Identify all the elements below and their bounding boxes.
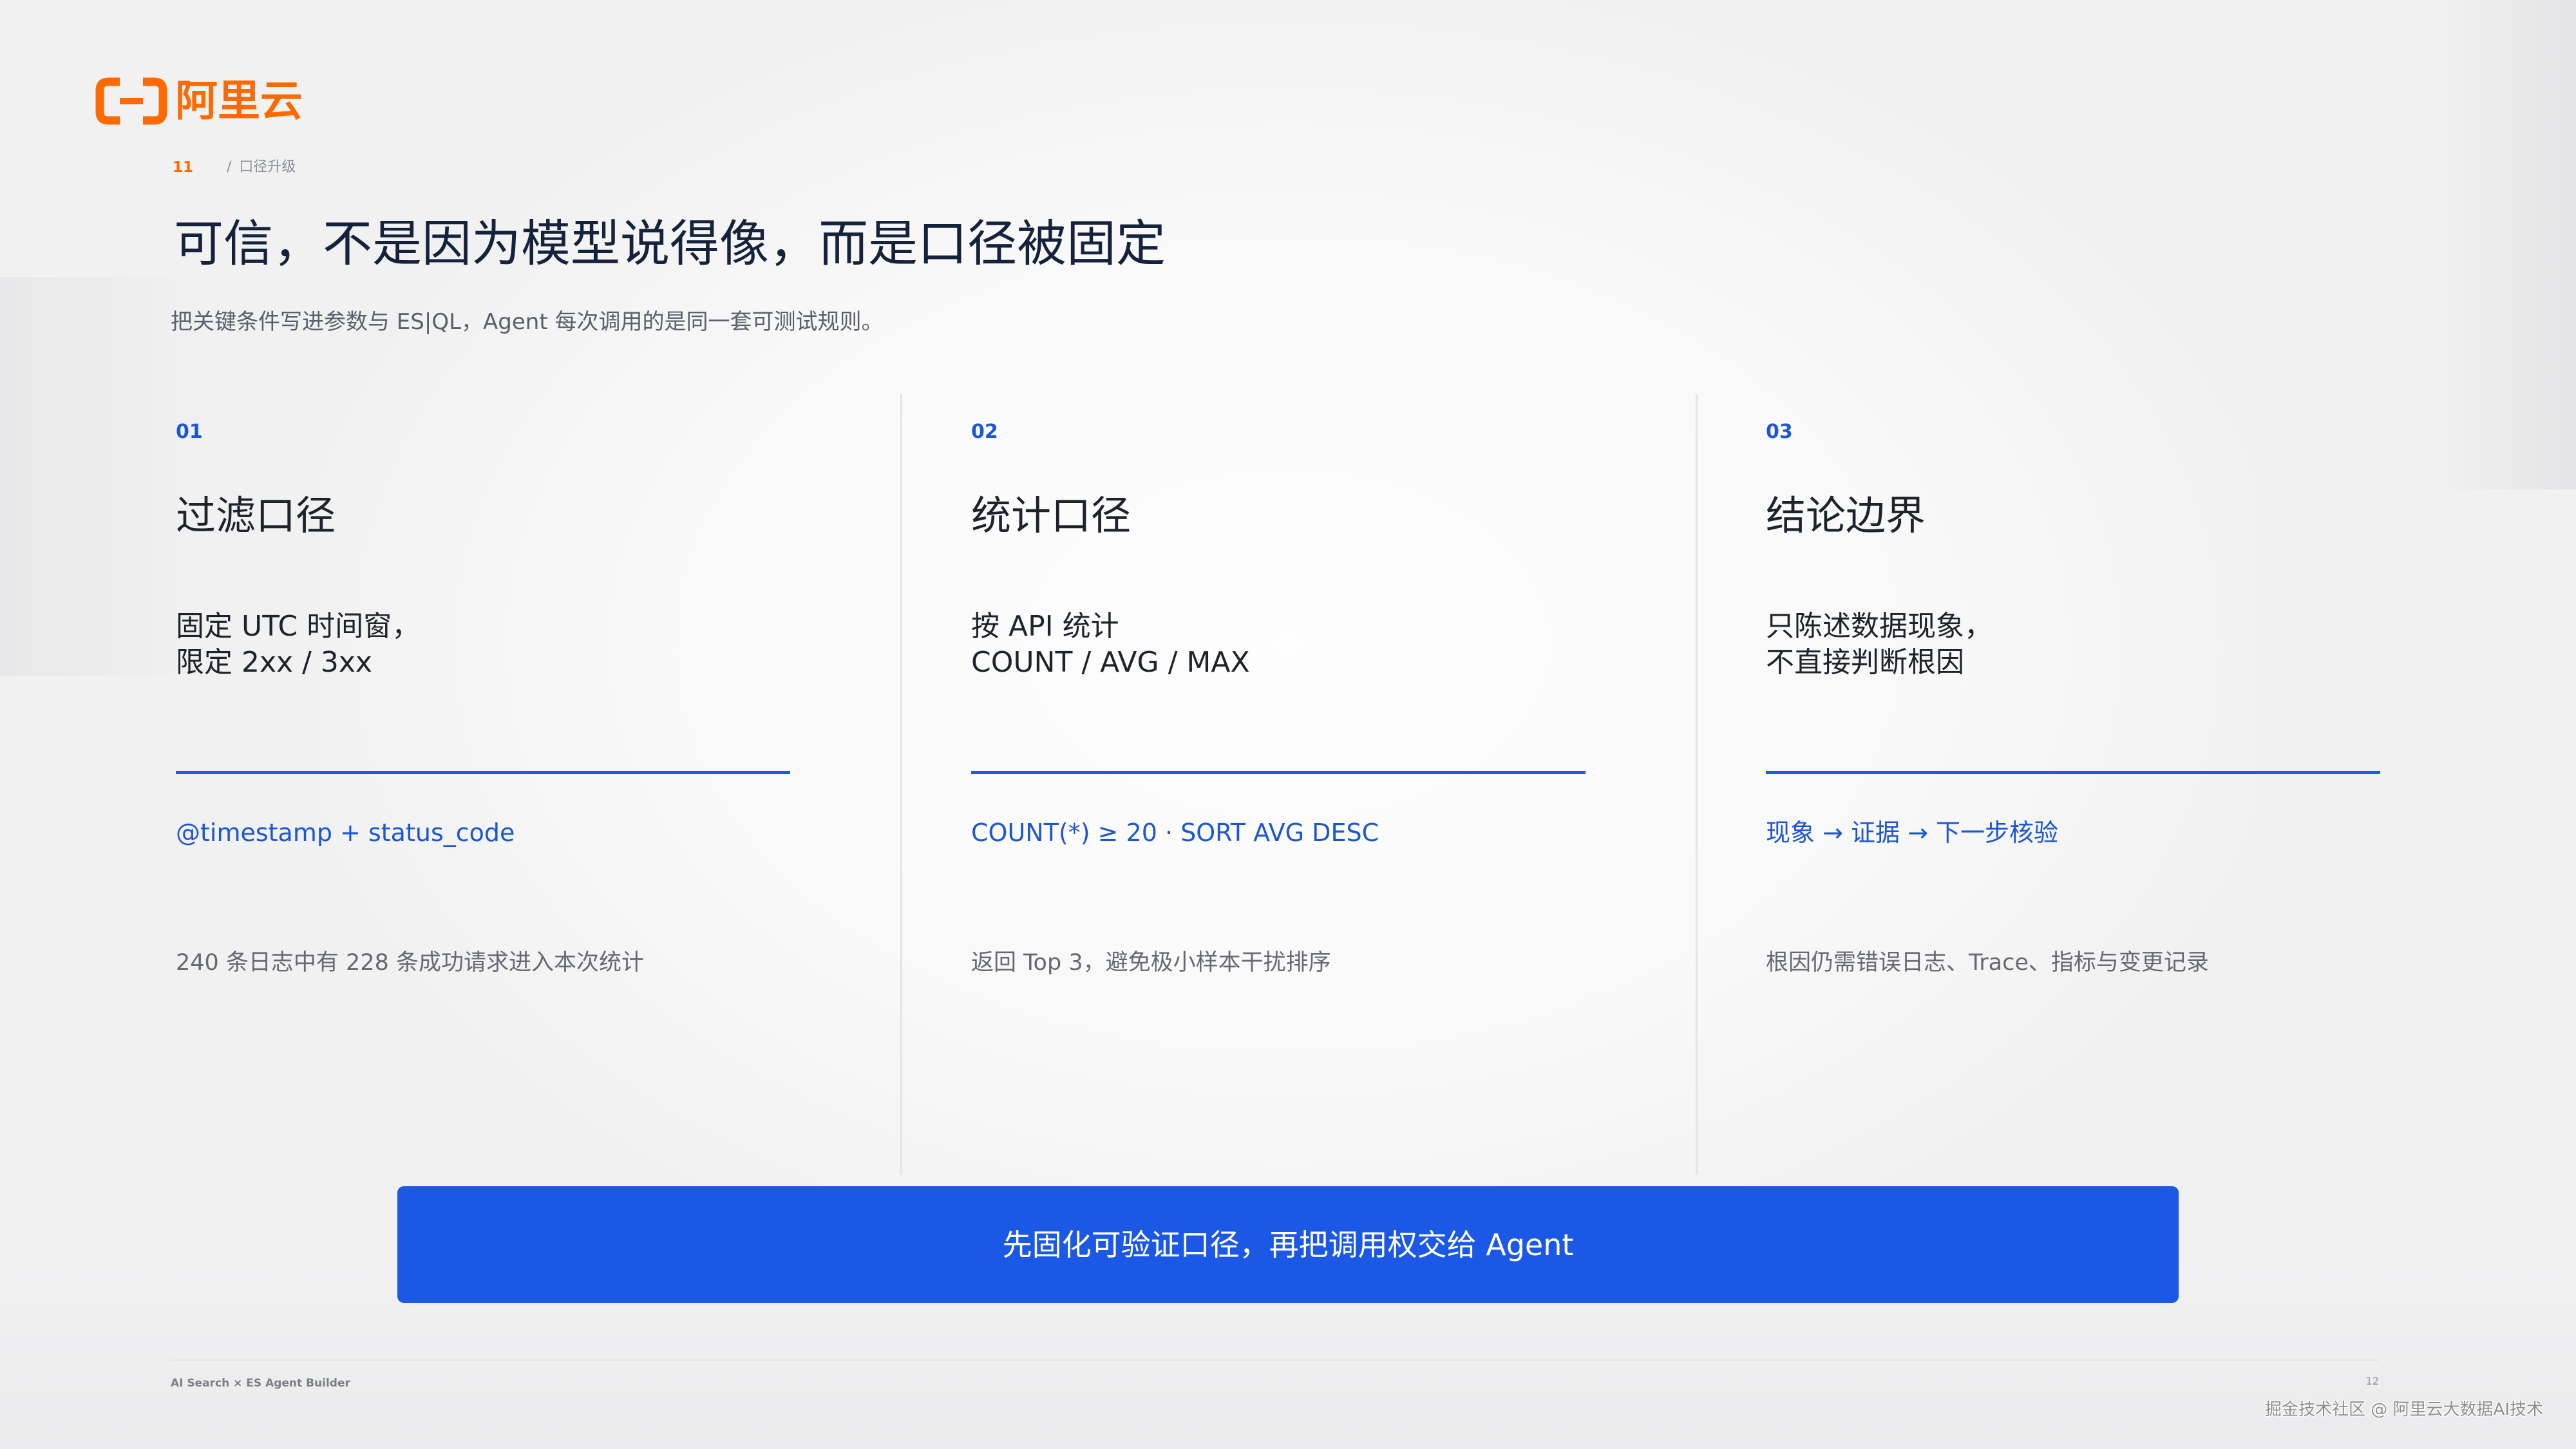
column-note: 根因仍需错误日志、Trace、指标与变更记录 — [1766, 950, 2209, 976]
column-formula: COUNT(*) ≥ 20 · SORT AVG DESC — [971, 819, 1379, 847]
column-number: 01 — [176, 421, 203, 443]
breadcrumb-section: 口径升级 — [239, 159, 296, 175]
slide: 阿里云 11 / 口径升级 可信，不是因为模型说得像，而是口径被固定 把关键条件… — [0, 0, 2576, 1449]
column-divider — [900, 394, 902, 1175]
brand-logo-text: 阿里云 — [175, 76, 303, 126]
column-body: 只陈述数据现象， 不直接判断根因 — [1766, 609, 1993, 681]
column-accent-rule — [1766, 771, 2380, 774]
watermark: 掘金技术社区 @ 阿里云大数据AI技术 — [2265, 1400, 2543, 1419]
footer-caption: AI Search × ES Agent Builder — [171, 1377, 350, 1390]
column-body-line: 限定 2xx / 3xx — [176, 646, 372, 679]
footer-divider — [171, 1359, 2379, 1361]
column-accent-rule — [971, 771, 1586, 774]
column-number: 02 — [971, 421, 998, 443]
column-formula: @timestamp + status_code — [176, 819, 515, 847]
column-body-line: 只陈述数据现象， — [1766, 610, 1993, 643]
column-body: 按 API 统计 COUNT / AVG / MAX — [971, 609, 1250, 681]
column-number: 03 — [1766, 421, 1793, 443]
column-heading: 统计口径 — [971, 492, 1132, 539]
column-note: 240 条日志中有 228 条成功请求进入本次统计 — [176, 950, 644, 976]
background-band-left — [0, 277, 206, 676]
column-heading: 过滤口径 — [176, 492, 336, 539]
breadcrumb-page-number: 11 — [173, 159, 194, 176]
brand-logo: 阿里云 — [95, 76, 303, 126]
column-heading: 结论边界 — [1766, 492, 1926, 539]
column-body-line: 不直接判断根因 — [1766, 646, 1964, 679]
column-body: 固定 UTC 时间窗， 限定 2xx / 3xx — [176, 609, 420, 681]
column-body-line: COUNT / AVG / MAX — [971, 646, 1250, 679]
page-title: 可信，不是因为模型说得像，而是口径被固定 — [174, 216, 1166, 273]
column-filter-scope: 01 过滤口径 固定 UTC 时间窗， 限定 2xx / 3xx @timest… — [176, 412, 794, 1005]
breadcrumb: / 口径升级 — [227, 159, 296, 176]
breadcrumb-separator: / — [227, 159, 232, 175]
column-formula: 现象 → 证据 → 下一步核验 — [1766, 819, 2058, 847]
column-divider — [1696, 394, 1698, 1175]
footer-page-number: 12 — [2365, 1375, 2379, 1387]
column-body-line: 固定 UTC 时间窗， — [176, 610, 421, 643]
column-accent-rule — [176, 771, 790, 774]
summary-banner: 先固化可验证口径，再把调用权交给 Agent — [397, 1186, 2179, 1303]
column-body-line: 按 API 统计 — [971, 610, 1119, 643]
background-band-right — [2434, 0, 2576, 489]
column-stats-scope: 02 统计口径 按 API 统计 COUNT / AVG / MAX COUNT… — [971, 412, 1589, 1005]
summary-banner-text: 先固化可验证口径，再把调用权交给 Agent — [1002, 1227, 1574, 1262]
alibaba-cloud-logo-icon — [95, 77, 167, 125]
column-note: 返回 Top 3，避免极小样本干扰排序 — [971, 950, 1331, 976]
column-conclusion-boundary: 03 结论边界 只陈述数据现象， 不直接判断根因 现象 → 证据 → 下一步核验… — [1766, 412, 2384, 1005]
page-subtitle: 把关键条件写进参数与 ES|QL，Agent 每次调用的是同一套可测试规则。 — [171, 309, 884, 335]
